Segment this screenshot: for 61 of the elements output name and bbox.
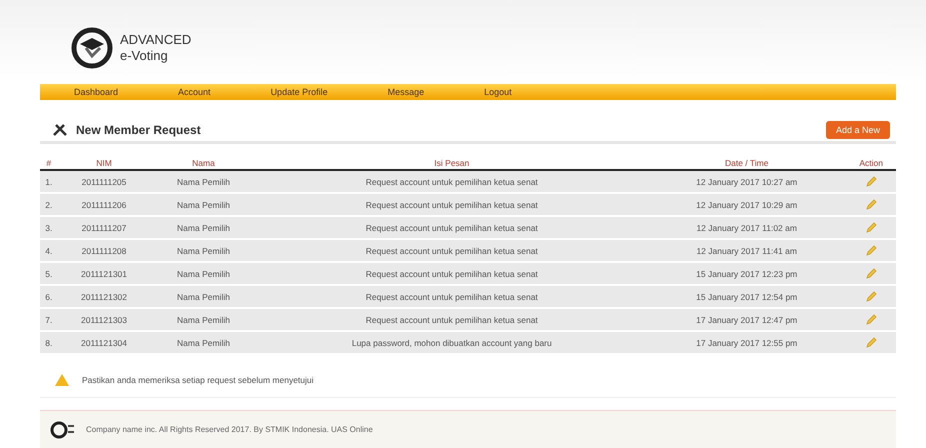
table-cell: 12 January 2017 10:29 am bbox=[646, 193, 846, 216]
pencil-icon[interactable] bbox=[865, 312, 878, 324]
table-cell: 12 January 2017 11:41 am bbox=[646, 239, 846, 262]
table-cell: Request account untuk pemilihan ketua senat bbox=[256, 262, 647, 285]
table-cell: Nama Pemilih bbox=[150, 193, 257, 216]
nav-link[interactable]: Dashboard bbox=[74, 87, 118, 97]
table-cell: Request account untuk pemilihan ketua senat bbox=[256, 216, 647, 239]
pencil-icon[interactable] bbox=[865, 336, 878, 348]
table-cell: 2011111208 bbox=[58, 239, 150, 262]
pencil-icon[interactable] bbox=[865, 220, 878, 232]
page-title: New Member Request bbox=[76, 122, 202, 136]
table-cell: 3. bbox=[40, 216, 58, 239]
table-cell: 2011111207 bbox=[58, 216, 150, 239]
table-cell: 7. bbox=[40, 308, 58, 331]
warning-icon bbox=[54, 373, 70, 387]
table-cell: 2011121302 bbox=[58, 285, 150, 308]
nav-link[interactable]: Update Profile bbox=[270, 87, 328, 97]
table-cell: Request account untuk pemilihan ketua senat bbox=[256, 239, 647, 262]
notice-text: Pastikan anda memeriksa setiap request sebelum menyetujui bbox=[82, 375, 314, 385]
logo-icon bbox=[70, 26, 114, 70]
table-cell: 2011111206 bbox=[58, 193, 150, 216]
pencil-icon[interactable] bbox=[865, 174, 878, 186]
table-cell: Nama Pemilih bbox=[150, 308, 257, 331]
table-cell: 1. bbox=[40, 170, 58, 193]
table-cell: 2011121304 bbox=[58, 331, 150, 354]
table-cell: 5. bbox=[40, 262, 58, 285]
table-cell: Nama Pemilih bbox=[150, 285, 257, 308]
table-cell: 2011111205 bbox=[58, 170, 150, 193]
pencil-icon[interactable] bbox=[865, 290, 878, 302]
table-cell: 17 January 2017 12:55 pm bbox=[646, 331, 846, 354]
table-cell: Request account untuk pemilihan ketua senat bbox=[256, 170, 647, 193]
logo-text: e-Voting bbox=[120, 48, 169, 64]
nav-link[interactable]: Message bbox=[388, 87, 424, 97]
table-cell: 4. bbox=[40, 239, 58, 262]
table-cell: Request account untuk pemilihan ketua senat bbox=[256, 193, 647, 216]
nav-link[interactable]: Logout bbox=[484, 87, 512, 97]
table-cell: Request account untuk pemilihan ketua senat bbox=[256, 308, 647, 331]
table-cell: 12 January 2017 10:27 am bbox=[646, 170, 846, 193]
pencil-icon[interactable] bbox=[865, 198, 878, 210]
pencil-icon[interactable] bbox=[865, 266, 878, 278]
table-cell: 2. bbox=[40, 193, 58, 216]
nav-link[interactable]: Account bbox=[178, 87, 211, 97]
logo-icon bbox=[50, 420, 76, 440]
footer-text: Company name inc. All Rights Reserved 2017. By STMIK Indonesia. UAS Online bbox=[86, 425, 373, 434]
table-cell: 17 January 2017 12:47 pm bbox=[646, 308, 846, 331]
pencil-icon[interactable] bbox=[865, 244, 878, 256]
table-cell: Request account untuk pemilihan ketua senat bbox=[256, 285, 647, 308]
table-cell: Nama Pemilih bbox=[150, 331, 257, 354]
table-cell: Nama Pemilih bbox=[150, 239, 257, 262]
table-cell: 15 January 2017 12:23 pm bbox=[646, 262, 846, 285]
table-cell: 2011121301 bbox=[58, 262, 150, 285]
table-cell: 15 January 2017 12:54 pm bbox=[646, 285, 846, 308]
table-cell: Nama Pemilih bbox=[150, 170, 257, 193]
table-cell: 6. bbox=[40, 285, 58, 308]
table-cell: Nama Pemilih bbox=[150, 262, 257, 285]
table-cell: 12 January 2017 11:02 am bbox=[646, 216, 846, 239]
table-cell: 8. bbox=[40, 331, 58, 354]
logo-text: ADVANCED bbox=[120, 32, 192, 48]
table-cell: Lupa password, mohon dibuatkan account yang baru bbox=[256, 331, 647, 354]
table-cell: Nama Pemilih bbox=[150, 216, 257, 239]
table-cell: 2011121303 bbox=[58, 308, 150, 331]
